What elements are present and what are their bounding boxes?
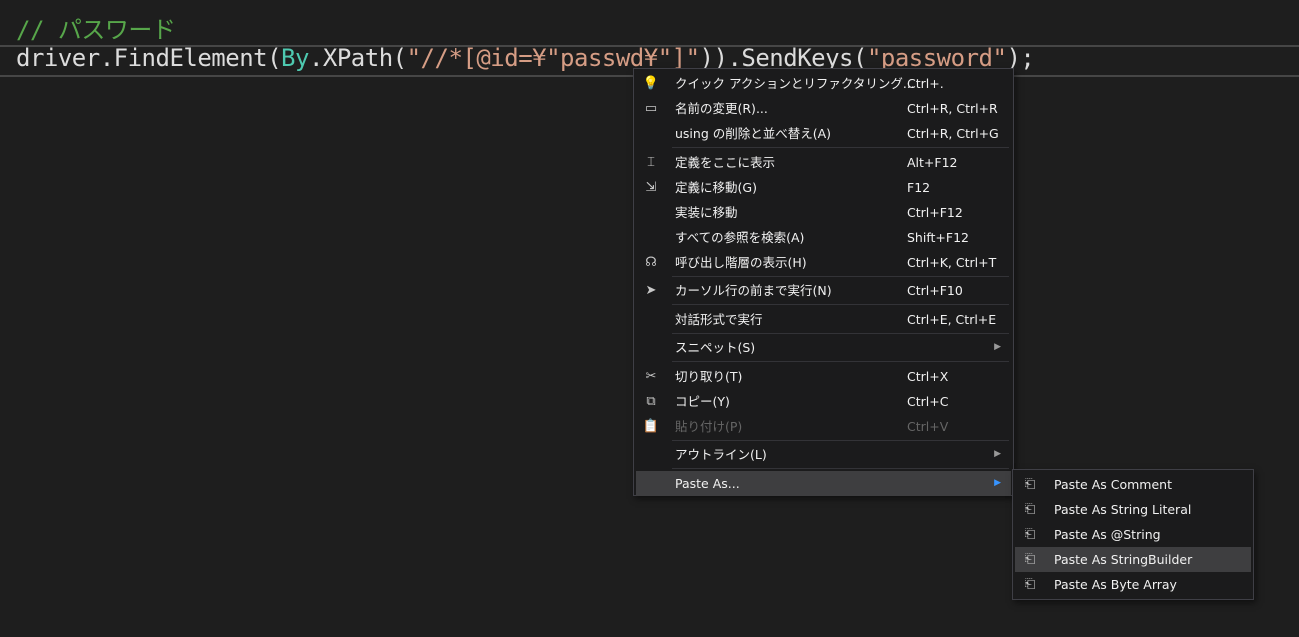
menu-item-label: カーソル行の前まで実行(N)	[675, 283, 832, 298]
peek-definition-icon: ⌶	[647, 154, 655, 170]
menu-item-label: Paste As String Literal	[1054, 502, 1192, 517]
code-token: driver.FindElement(	[16, 44, 282, 72]
paste-icon: ⎗	[1024, 477, 1036, 492]
menu-item-shortcut: Ctrl+E, Ctrl+E	[907, 311, 997, 327]
code-comment: // パスワード	[16, 16, 176, 44]
menu-item-shortcut: Ctrl+X	[907, 368, 949, 384]
chevron-right-icon: ▶	[994, 342, 1001, 352]
paste-icon: ⎗	[1024, 527, 1036, 542]
menu-separator	[672, 361, 1009, 362]
menu-item-shortcut: Ctrl+C	[907, 393, 949, 409]
rename-icon: ▭	[644, 101, 658, 116]
scissors-icon: ✂	[645, 368, 657, 384]
menu-item-shortcut: Ctrl+.	[907, 76, 944, 91]
copy-icon: ⧉	[646, 393, 656, 409]
menu-item-label: Paste As Byte Array	[1054, 577, 1177, 592]
paste-as-item[interactable]: ⎗ Paste As Comment	[1015, 472, 1251, 497]
paste-icon: 📋	[642, 418, 660, 434]
menu-item-shortcut: Ctrl+K, Ctrl+T	[907, 254, 997, 270]
menu-item-label: 定義に移動(G)	[675, 179, 757, 195]
context-menu-item[interactable]: ☊ 呼び出し階層の表示(H) Ctrl+K, Ctrl+T	[636, 250, 1011, 275]
menu-separator	[672, 332, 1009, 334]
context-menu-item[interactable]: ⌶ 定義をここに表示 Alt+F12	[636, 150, 1011, 175]
paste-icon: ⎗	[1024, 577, 1036, 592]
lightbulb-icon: 💡	[642, 76, 660, 91]
menu-item-shortcut: Ctrl+R, Ctrl+R	[907, 101, 998, 116]
context-menu-item[interactable]: アウトライン(L) ▶	[636, 442, 1011, 467]
context-menu-item[interactable]: ▭ 名前の変更(R)... Ctrl+R, Ctrl+R	[636, 96, 1011, 121]
menu-item-label: すべての参照を検索(A)	[675, 229, 805, 245]
context-menu-item[interactable]: 対話形式で実行 Ctrl+E, Ctrl+E	[636, 307, 1011, 332]
context-menu-item[interactable]: 📋 貼り付け(P) Ctrl+V	[636, 414, 1011, 439]
code-token: .XPath(	[308, 44, 407, 72]
call-hierarchy-icon: ☊	[645, 254, 657, 270]
paste-icon: ⎗	[1024, 502, 1036, 517]
menu-item-label: 呼び出し階層の表示(H)	[675, 254, 807, 270]
paste-icon: ⎗	[1024, 552, 1036, 567]
menu-item-label: コピー(Y)	[675, 393, 730, 409]
context-menu: 💡 クイック アクションとリファクタリング... Ctrl+. ▭ 名前の変更(R)..…	[633, 68, 1014, 496]
menu-item-label: Paste As...	[675, 475, 740, 491]
paste-as-item[interactable]: ⎗ Paste As StringBuilder	[1015, 547, 1251, 572]
menu-separator	[672, 468, 1009, 469]
menu-item-shortcut: Ctrl+F10	[907, 283, 963, 298]
menu-separator	[672, 304, 1009, 305]
menu-separator	[672, 147, 1009, 148]
menu-item-label: 貼り付け(P)	[675, 418, 743, 434]
context-menu-item[interactable]: ⇲ 定義に移動(G) F12	[636, 175, 1011, 200]
menu-item-label: 切り取り(T)	[675, 368, 743, 384]
paste-as-item[interactable]: ⎗ Paste As String Literal	[1015, 497, 1251, 522]
paste-as-submenu: ⎗ Paste As Comment ⎗ Paste As String Litera…	[1012, 469, 1254, 600]
menu-item-shortcut: Ctrl+R, Ctrl+G	[907, 126, 999, 141]
chevron-right-icon: ▶	[994, 449, 1001, 459]
menu-item-shortcut: Shift+F12	[907, 229, 969, 245]
paste-as-item[interactable]: ⎗ Paste As Byte Array	[1015, 572, 1251, 597]
menu-separator	[672, 439, 1009, 441]
menu-separator	[672, 275, 1009, 277]
context-menu-item[interactable]: Paste As... ▶	[636, 470, 1011, 496]
code-class-token: By	[281, 44, 309, 72]
menu-item-label: using の削除と並べ替え(A)	[675, 126, 832, 141]
menu-item-label: スニペット(S)	[675, 340, 756, 355]
context-menu-item[interactable]: 実装に移動 Ctrl+F12	[636, 200, 1011, 225]
menu-item-label: クイック アクションとリファクタリング...	[675, 76, 915, 91]
context-menu-item[interactable]: using の削除と並べ替え(A) Ctrl+R, Ctrl+G	[636, 121, 1011, 146]
menu-item-label: Paste As Comment	[1054, 477, 1172, 492]
menu-item-shortcut: F12	[907, 179, 931, 195]
menu-item-label: 名前の変更(R)...	[675, 101, 768, 116]
menu-item-shortcut: Ctrl+F12	[907, 204, 963, 220]
chevron-right-icon: ▶	[994, 477, 1001, 488]
context-menu-item[interactable]: スニペット(S) ▶	[636, 335, 1011, 360]
menu-item-label: 定義をここに表示	[675, 154, 776, 170]
menu-item-label: 対話形式で実行	[675, 311, 763, 327]
context-menu-item[interactable]: ⧉ コピー(Y) Ctrl+C	[636, 389, 1011, 414]
context-menu-item[interactable]: 💡 クイック アクションとリファクタリング... Ctrl+.	[636, 71, 1011, 96]
menu-item-shortcut: Alt+F12	[907, 154, 958, 170]
cursor-icon: ➤	[645, 283, 657, 298]
menu-item-label: 実装に移動	[675, 204, 738, 220]
menu-item-label: アウトライン(L)	[675, 447, 767, 462]
context-menu-item[interactable]: すべての参照を検索(A) Shift+F12	[636, 225, 1011, 250]
menu-item-shortcut: Ctrl+V	[907, 418, 949, 434]
menu-item-label: Paste As @String	[1054, 527, 1161, 542]
menu-item-label: Paste As StringBuilder	[1054, 552, 1193, 567]
context-menu-item[interactable]: ➤ カーソル行の前まで実行(N) Ctrl+F10	[636, 278, 1011, 303]
context-menu-item[interactable]: ✂ 切り取り(T) Ctrl+X	[636, 364, 1011, 389]
paste-as-item[interactable]: ⎗ Paste As @String	[1015, 522, 1251, 547]
go-to-definition-icon: ⇲	[645, 179, 657, 195]
